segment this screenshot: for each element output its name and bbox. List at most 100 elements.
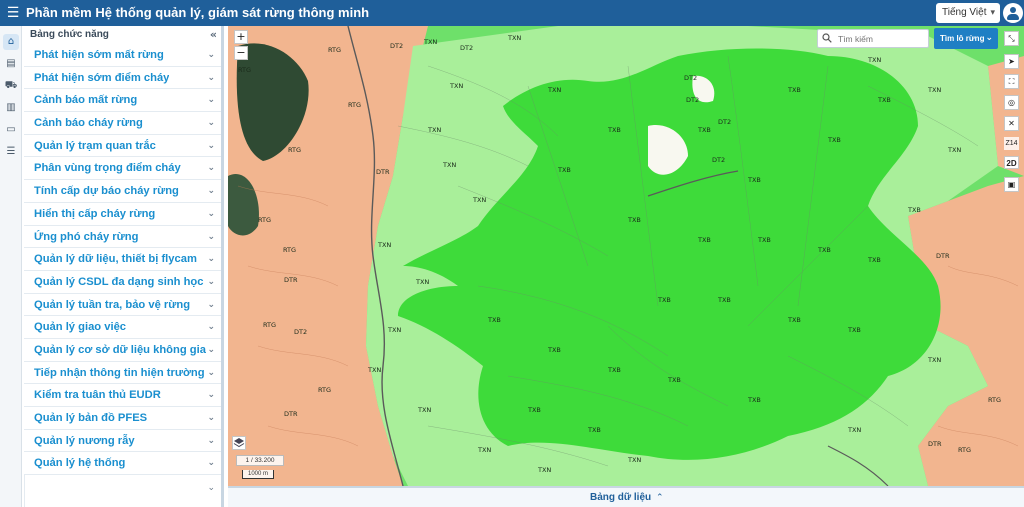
home-icon[interactable]: ⌂ <box>3 34 19 50</box>
sidebar-item[interactable]: Quản lý bản đồ PFES ⌄ <box>24 407 221 430</box>
parcel-label: TXB <box>588 426 601 434</box>
chevron-down-icon: ⌄ <box>207 95 215 106</box>
chevron-down-icon: ⌄ <box>207 299 215 310</box>
parcel-label: TXN <box>548 86 562 94</box>
data-panel-toggle[interactable]: Bảng dữ liệu ⌃ <box>228 486 1024 507</box>
map-search-box[interactable] <box>817 29 929 48</box>
zoom-level-indicator: Z14 <box>1004 137 1019 150</box>
folder-icon[interactable]: ▭ <box>3 122 19 138</box>
parcel-label: RTG <box>348 101 362 109</box>
parcel-label: DTR <box>284 410 298 418</box>
sidebar-item[interactable]: Quản lý dữ liệu, thiết bị flycam ⌄ <box>24 248 221 271</box>
sidebar-item-label: Quản lý cơ sở dữ liệu không gian <box>34 343 206 356</box>
cursor-icon[interactable]: ➤ <box>1004 54 1019 69</box>
view-mode-toggle[interactable]: 2D <box>1004 156 1019 169</box>
parcel-label: DT2 <box>294 328 308 336</box>
sidebar-item[interactable]: Phát hiện sớm mất rừng ⌄ <box>24 44 221 67</box>
parcel-label: TXN <box>848 426 862 434</box>
tools-icon[interactable]: ✕ <box>1004 116 1019 131</box>
parcel-label: TXB <box>558 166 571 174</box>
sidebar-item-label: Kiểm tra tuân thủ EUDR <box>34 389 161 402</box>
parcel-label: TXN <box>538 466 552 474</box>
parcel-label: TXB <box>698 236 711 244</box>
collapse-arrows-icon[interactable]: ⤡ <box>1004 31 1019 46</box>
parcel-label: DTR <box>284 276 298 284</box>
data-panel-label: Bảng dữ liệu <box>590 492 652 503</box>
user-avatar-icon[interactable] <box>1003 3 1023 23</box>
sidebar-item-label: Quản lý giao việc <box>34 321 127 334</box>
parcel-label: TXB <box>818 246 831 254</box>
sidebar-item[interactable]: Quản lý tuần tra, bảo vệ rừng ⌄ <box>24 294 221 317</box>
sidebar-item[interactable]: Tính cấp dự báo cháy rừng ⌄ <box>24 180 221 203</box>
chevron-down-icon: ⌄ <box>207 344 215 355</box>
sidebar-item-label: Quản lý hệ thống <box>34 457 126 470</box>
book-icon[interactable]: ▥ <box>3 100 19 116</box>
sidebar-item[interactable]: Quản lý giao việc ⌄ <box>24 316 221 339</box>
sidebar-item-label: Ứng phó cháy rừng <box>34 230 139 243</box>
language-select-value: Tiếng Việt <box>942 7 987 18</box>
zoom-in-button[interactable]: + <box>234 30 248 44</box>
sidebar-item[interactable]: Phân vùng trọng điểm cháy ⌄ <box>24 157 221 181</box>
parcel-label: TXB <box>548 346 561 354</box>
fullscreen-icon[interactable]: ⛶ <box>1004 74 1019 89</box>
map-view[interactable]: TXN TXN TXN TXN TXN TXN TXN TXN TXN TXN … <box>228 26 1024 486</box>
sidebar-item[interactable]: Quản lý trạm quan trắc ⌄ <box>24 135 221 158</box>
layers-icon[interactable]: ▤ <box>3 56 19 72</box>
find-forest-lot-button[interactable]: Tìm lô rừng ⌄ <box>934 28 998 49</box>
sliders-icon[interactable]: ☰ <box>3 144 19 160</box>
map-canvas <box>228 26 1024 486</box>
parcel-label: DTR <box>376 168 390 176</box>
chevron-down-icon: ⌄ <box>207 72 215 83</box>
sidebar-item-label: Quản lý tuần tra, bảo vệ rừng <box>34 298 191 311</box>
sidebar-item[interactable]: Quản lý CSDL đa dạng sinh học ⌄ <box>24 271 221 294</box>
car-icon[interactable]: ⛟ <box>3 78 19 94</box>
parcel-label: TXB <box>828 136 841 144</box>
chevron-down-icon: ⌄ <box>207 458 215 469</box>
sidebar-item[interactable]: Cảnh báo cháy rừng ⌄ <box>24 112 221 135</box>
language-select[interactable]: Tiếng Việt ▾ <box>936 3 1000 23</box>
parcel-label: TXB <box>528 406 541 414</box>
sidebar-item[interactable]: Ứng phó cháy rừng ⌄ <box>24 226 221 249</box>
parcel-label: TXB <box>788 86 801 94</box>
icon-rail: ⌂ ▤ ⛟ ▥ ▭ ☰ <box>0 26 22 507</box>
sidebar-item[interactable]: Kiểm tra tuân thủ EUDR ⌄ <box>24 384 221 407</box>
function-panel-header: Bảng chức năng « <box>22 26 221 44</box>
parcel-label: TXN <box>388 326 402 334</box>
parcel-label: TXN <box>418 406 432 414</box>
chevron-down-icon: ⌄ <box>207 208 215 219</box>
parcel-label: DTR <box>928 440 942 448</box>
parcel-label: TXN <box>416 278 430 286</box>
sidebar-item[interactable]: Quản lý hệ thống ⌄ <box>24 452 221 476</box>
sidebar-item-label: Phát hiện sớm điểm cháy <box>34 71 170 84</box>
parcel-label: TXB <box>488 316 501 324</box>
sidebar-item[interactable]: Hiển thị cấp cháy rừng ⌄ <box>24 203 221 226</box>
hamburger-menu-icon[interactable]: ☰ <box>6 4 20 22</box>
parcel-label: TXB <box>848 326 861 334</box>
sidebar-item-label: Tính cấp dự báo cháy rừng <box>34 185 179 198</box>
locate-icon[interactable]: ◎ <box>1004 95 1019 110</box>
scale-ratio: 1 / 33.200 <box>236 455 284 466</box>
parcel-label: TXB <box>718 296 731 304</box>
sidebar-item-label: Quản lý CSDL đa dạng sinh học <box>34 275 204 288</box>
save-icon[interactable]: ▣ <box>1004 177 1019 192</box>
parcel-label: TXN <box>478 446 492 454</box>
sidebar-item-empty[interactable]: ⌄ <box>24 475 221 507</box>
parcel-label: TXB <box>868 256 881 264</box>
sidebar-item[interactable]: Cảnh báo mất rừng ⌄ <box>24 89 221 113</box>
collapse-double-chevron-icon[interactable]: « <box>210 26 217 44</box>
chevron-down-icon: ⌄ <box>207 186 215 197</box>
sidebar-item[interactable]: Phát hiện sớm điểm cháy ⌄ <box>24 67 221 90</box>
chevron-down-icon: ⌄ <box>207 367 215 378</box>
parcel-label: TXN <box>424 38 438 46</box>
sidebar-item[interactable]: Tiếp nhận thông tin hiện trường ⌄ <box>24 362 221 385</box>
zoom-out-button[interactable]: − <box>234 46 248 60</box>
sidebar-item[interactable]: Quản lý cơ sở dữ liệu không gian ⌄ <box>24 339 221 362</box>
parcel-label: TXB <box>748 176 761 184</box>
parcel-label: TXN <box>928 356 942 364</box>
chevron-down-icon: ▾ <box>990 8 995 18</box>
sidebar-item-label: Tiếp nhận thông tin hiện trường <box>34 366 205 379</box>
search-input[interactable] <box>838 31 926 46</box>
chevron-down-icon: ⌄ <box>207 322 215 333</box>
sidebar-item[interactable]: Quản lý nương rẫy ⌄ <box>24 430 221 453</box>
layers-toggle-icon[interactable] <box>232 436 246 450</box>
